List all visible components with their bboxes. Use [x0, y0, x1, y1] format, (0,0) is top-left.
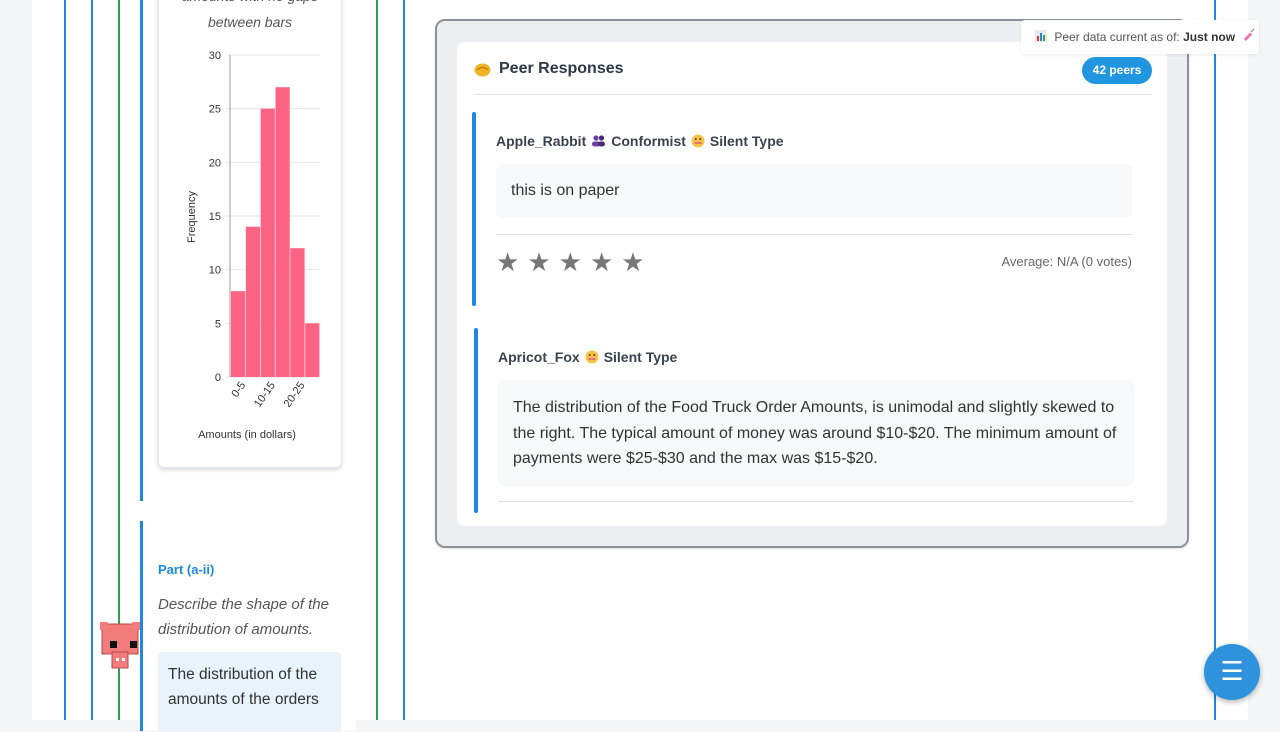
y-tick-label: 25 [209, 104, 221, 116]
part-label: Part (a-ii) [158, 562, 215, 577]
rating-star-3[interactable]: ★ [559, 249, 582, 275]
question-prompt: Describe the shape of the distribution o… [158, 596, 329, 638]
student-answer-field[interactable]: The distribution of the amounts of the o… [158, 652, 341, 732]
menu-button[interactable]: ☰ [1204, 644, 1260, 700]
status-prefix: Peer data current as of: [1054, 30, 1180, 44]
peer-data-status: Peer data current as of: Just now [1021, 20, 1259, 54]
y-tick-label: 20 [209, 157, 221, 169]
header-divider [474, 94, 1152, 95]
column-border-green-right [376, 0, 378, 720]
x-tick-label: 10-15 [252, 380, 278, 410]
zipper-mouth-face-icon [585, 350, 599, 364]
response-accent-bar [472, 112, 476, 306]
peer-responses-title: Peer Responses [499, 60, 624, 77]
x-tick-label: 20-25 [282, 380, 308, 410]
response-text: The distribution of the Food Truck Order… [498, 380, 1134, 486]
histogram-bar [305, 323, 320, 377]
y-axis-label: Frequency [186, 191, 198, 243]
response-tag-silent-type: Silent Type [709, 133, 784, 149]
response-author-row: Apricot_Fox Silent Type [498, 349, 677, 365]
column-border-left [64, 0, 66, 720]
rating-star-5[interactable]: ★ [621, 249, 644, 275]
handshake-icon [474, 63, 491, 76]
histogram-bar [231, 291, 246, 377]
response-tag-silent-type: Silent Type [603, 349, 678, 365]
rating-star-4[interactable]: ★ [590, 249, 613, 275]
column-border-green [118, 0, 120, 720]
y-tick-label: 5 [215, 318, 221, 330]
histogram-bar [275, 87, 290, 377]
status-value: Just now [1183, 30, 1236, 44]
peers-count-badge: 42 peers [1082, 57, 1152, 84]
syringe-icon [1244, 28, 1255, 41]
y-tick-label: 30 [209, 50, 221, 62]
response-tag-conformist: Conformist [611, 133, 686, 149]
rating-star-2[interactable]: ★ [527, 249, 550, 275]
histogram-bar [260, 108, 275, 378]
y-tick-label: 15 [209, 211, 221, 223]
bar-chart-icon [1035, 30, 1047, 42]
response-author-name: Apple_Rabbit [496, 133, 587, 149]
histogram-bar [290, 248, 305, 377]
zipper-mouth-face-icon [691, 134, 705, 148]
response-divider [496, 234, 1132, 235]
histogram-bar [245, 226, 261, 377]
rating-star-1[interactable]: ★ [496, 249, 519, 275]
column-border-right [403, 0, 405, 720]
rating-average: Average: N/A (0 votes) [1001, 254, 1132, 269]
response-accent-bar [474, 328, 478, 513]
pig-mascot-icon [100, 622, 140, 669]
y-tick-label: 0 [215, 372, 221, 384]
response-author-name: Apricot_Fox [498, 349, 580, 365]
menu-icon: ☰ [1220, 656, 1244, 686]
page-border-right [1214, 0, 1216, 720]
histogram-card: amounts with no gaps between bars 051015… [158, 0, 342, 468]
peer-responses-header: Peer Responses [474, 60, 624, 78]
star-rating: ★ ★ ★ ★ ★ [496, 249, 645, 275]
x-axis-label: Amounts (in dollars) [198, 429, 296, 441]
column-border [91, 0, 93, 720]
response-author-row: Apple_Rabbit Conformist Silent Type [496, 133, 784, 149]
response-divider [498, 501, 1134, 502]
y-tick-label: 10 [209, 265, 221, 277]
people-icon [592, 135, 606, 147]
histogram-chart: 0 5 10 15 20 25 30 0-5 10-15 20-25 Frequency Amo… [186, 50, 320, 441]
response-text: this is on paper [496, 164, 1132, 218]
x-tick-label: 0-5 [229, 380, 248, 400]
